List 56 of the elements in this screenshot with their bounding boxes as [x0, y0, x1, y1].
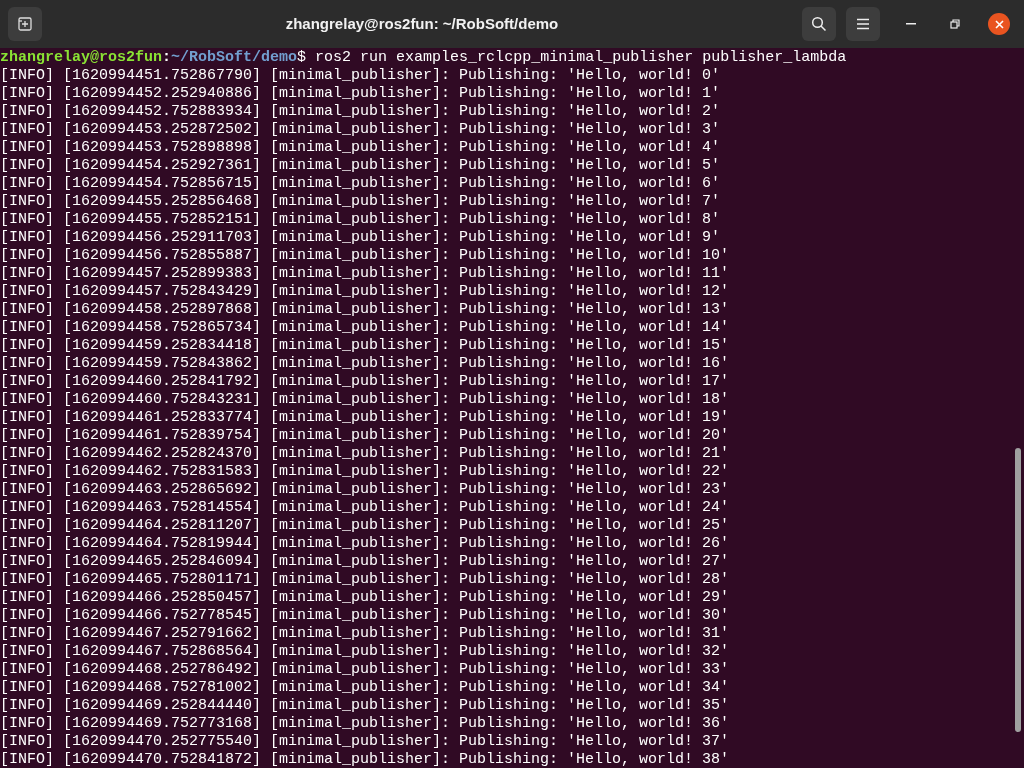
- log-line: [INFO] [1620994456.752855887] [minimal_publisher]: Publishing: 'Hello, world! 10': [0, 247, 730, 265]
- log-line: [INFO] [1620994466.752778545] [minimal_publisher]: Publishing: 'Hello, world! 30': [0, 607, 730, 625]
- close-button[interactable]: [988, 13, 1010, 35]
- log-line: [INFO] [1620994469.252844440] [minimal_publisher]: Publishing: 'Hello, world! 35': [0, 697, 730, 715]
- log-line: [INFO] [1620994468.252786492] [minimal_publisher]: Publishing: 'Hello, world! 33': [0, 661, 730, 679]
- log-line: [INFO] [1620994451.752867790] [minimal_publisher]: Publishing: 'Hello, world! 0': [0, 67, 721, 85]
- menu-icon: [856, 18, 870, 30]
- log-line: [INFO] [1620994466.252850457] [minimal_publisher]: Publishing: 'Hello, world! 29': [0, 589, 730, 607]
- log-line: [INFO] [1620994456.252911703] [minimal_publisher]: Publishing: 'Hello, world! 9': [0, 229, 721, 247]
- log-line: [INFO] [1620994459.752843862] [minimal_publisher]: Publishing: 'Hello, world! 16': [0, 355, 730, 373]
- log-line: [INFO] [1620994452.752883934] [minimal_publisher]: Publishing: 'Hello, world! 2': [0, 103, 721, 121]
- log-line: [INFO] [1620994462.752831583] [minimal_publisher]: Publishing: 'Hello, world! 22': [0, 463, 730, 481]
- log-line: [INFO] [1620994454.752856715] [minimal_publisher]: Publishing: 'Hello, world! 6': [0, 175, 721, 193]
- search-icon: [811, 16, 827, 32]
- log-line: [INFO] [1620994461.252833774] [minimal_publisher]: Publishing: 'Hello, world! 19': [0, 409, 730, 427]
- log-line: [INFO] [1620994463.752814554] [minimal_publisher]: Publishing: 'Hello, world! 24': [0, 499, 730, 517]
- log-line: [INFO] [1620994467.252791662] [minimal_publisher]: Publishing: 'Hello, world! 31': [0, 625, 730, 643]
- log-line: [INFO] [1620994465.752801171] [minimal_publisher]: Publishing: 'Hello, world! 28': [0, 571, 730, 589]
- log-line: [INFO] [1620994465.252846094] [minimal_publisher]: Publishing: 'Hello, world! 27': [0, 553, 730, 571]
- log-line: [INFO] [1620994470.752841872] [minimal_publisher]: Publishing: 'Hello, world! 38': [0, 751, 730, 768]
- log-line: [INFO] [1620994463.252865692] [minimal_publisher]: Publishing: 'Hello, world! 23': [0, 481, 730, 499]
- log-line: [INFO] [1620994460.752843231] [minimal_publisher]: Publishing: 'Hello, world! 18': [0, 391, 730, 409]
- command-text: ros2 run examples_rclcpp_minimal_publisher publisher_lambda: [314, 49, 847, 67]
- log-line: [INFO] [1620994461.752839754] [minimal_publisher]: Publishing: 'Hello, world! 20': [0, 427, 730, 445]
- log-line: [INFO] [1620994469.752773168] [minimal_publisher]: Publishing: 'Hello, world! 36': [0, 715, 730, 733]
- minimize-icon: [906, 23, 916, 25]
- log-line: [INFO] [1620994467.752868564] [minimal_publisher]: Publishing: 'Hello, world! 32': [0, 643, 730, 661]
- log-line: [INFO] [1620994452.252940886] [minimal_publisher]: Publishing: 'Hello, world! 1': [0, 85, 721, 103]
- log-line: [INFO] [1620994453.252872502] [minimal_publisher]: Publishing: 'Hello, world! 3': [0, 121, 721, 139]
- close-icon: [994, 19, 1004, 29]
- log-line: [INFO] [1620994457.752843429] [minimal_publisher]: Publishing: 'Hello, world! 12': [0, 283, 730, 301]
- log-line: [INFO] [1620994457.252899383] [minimal_publisher]: Publishing: 'Hello, world! 11': [0, 265, 730, 283]
- log-line: [INFO] [1620994460.252841792] [minimal_publisher]: Publishing: 'Hello, world! 17': [0, 373, 730, 391]
- log-line: [INFO] [1620994462.252824370] [minimal_publisher]: Publishing: 'Hello, world! 21': [0, 445, 730, 463]
- prompt-user-host: zhangrelay@ros2fun: [0, 49, 163, 67]
- log-line: [INFO] [1620994470.252775540] [minimal_publisher]: Publishing: 'Hello, world! 37': [0, 733, 730, 751]
- log-line: [INFO] [1620994458.252897868] [minimal_publisher]: Publishing: 'Hello, world! 13': [0, 301, 730, 319]
- log-line: [INFO] [1620994455.752852151] [minimal_publisher]: Publishing: 'Hello, world! 8': [0, 211, 721, 229]
- log-line: [INFO] [1620994453.752898898] [minimal_publisher]: Publishing: 'Hello, world! 4': [0, 139, 721, 157]
- prompt-path: ~/RobSoft/demo: [171, 49, 298, 67]
- log-line: [INFO] [1620994454.252927361] [minimal_publisher]: Publishing: 'Hello, world! 5': [0, 157, 721, 175]
- search-button[interactable]: [802, 7, 836, 41]
- prompt-symbol: $: [297, 49, 307, 67]
- window-title: zhangrelay@ros2fun: ~/RobSoft/demo: [285, 13, 559, 34]
- prompt-separator: :: [162, 49, 172, 67]
- log-line: [INFO] [1620994464.752819944] [minimal_publisher]: Publishing: 'Hello, world! 26': [0, 535, 730, 553]
- restore-icon: [950, 19, 960, 29]
- log-line: [INFO] [1620994459.252834418] [minimal_publisher]: Publishing: 'Hello, world! 15': [0, 337, 730, 355]
- log-line: [INFO] [1620994455.252856468] [minimal_publisher]: Publishing: 'Hello, world! 7': [0, 193, 721, 211]
- new-tab-button[interactable]: [8, 7, 42, 41]
- menu-button[interactable]: [846, 7, 880, 41]
- scrollbar-thumb[interactable]: [1015, 448, 1021, 732]
- new-tab-icon: [17, 16, 33, 32]
- log-line: [INFO] [1620994468.752781002] [minimal_publisher]: Publishing: 'Hello, world! 34': [0, 679, 730, 697]
- log-line: [INFO] [1620994458.752865734] [minimal_publisher]: Publishing: 'Hello, world! 14': [0, 319, 730, 337]
- log-line: [INFO] [1620994464.252811207] [minimal_publisher]: Publishing: 'Hello, world! 25': [0, 517, 730, 535]
